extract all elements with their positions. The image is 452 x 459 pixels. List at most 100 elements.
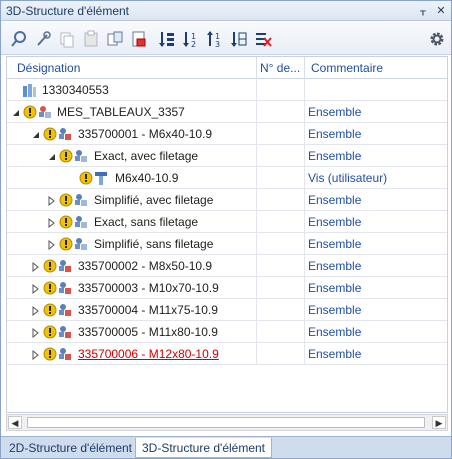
pin-icon[interactable]: ᚁ xyxy=(415,3,431,19)
sort-column-icon[interactable] xyxy=(230,30,248,48)
column-divider xyxy=(304,145,305,167)
collapse-arrow-icon[interactable] xyxy=(31,129,41,139)
table-row[interactable]: MES_TABLEAUX_3357 Ensemble xyxy=(7,101,447,123)
row-label: 335700003 - M10x70-10.9 xyxy=(78,281,219,295)
row-label: Simplifié, sans filetage xyxy=(94,237,214,251)
column-divider xyxy=(304,79,305,101)
copy-icon[interactable] xyxy=(58,30,76,48)
search-icon[interactable] xyxy=(10,30,28,48)
expand-arrow-icon[interactable] xyxy=(47,239,57,251)
warning-icon xyxy=(59,214,73,230)
column-divider xyxy=(304,189,305,211)
expand-arrow-icon[interactable] xyxy=(31,305,41,317)
paste-structure-icon[interactable] xyxy=(106,30,124,48)
horizontal-scrollbar[interactable]: ◀ ▶ xyxy=(6,414,448,431)
collapse-arrow-icon[interactable] xyxy=(47,151,57,161)
column-divider xyxy=(256,211,257,233)
warning-icon xyxy=(43,324,57,340)
col-comment[interactable]: Commentaire xyxy=(311,61,383,75)
column-divider xyxy=(256,145,257,167)
column-divider xyxy=(256,343,257,365)
delete-list-icon[interactable] xyxy=(130,30,148,48)
row-comment: Ensemble xyxy=(308,303,362,317)
row-label: 335700001 - M6x40-10.9 xyxy=(78,127,213,141)
title-bar: 3D-Structure d'élément ᚁ ✕ xyxy=(1,1,451,21)
column-divider xyxy=(304,255,305,277)
warning-icon xyxy=(43,258,57,274)
table-row[interactable]: 1330340553 xyxy=(7,79,447,101)
table-row[interactable]: Simplifié, avec filetage Ensemble xyxy=(7,189,447,211)
row-label: 335700002 - M8x50-10.9 xyxy=(78,259,213,273)
row-label: Exact, avec filetage xyxy=(94,149,199,163)
sort-level-icon[interactable]: 13 xyxy=(206,30,224,48)
row-comment: Ensemble xyxy=(308,127,362,141)
tools-icon[interactable] xyxy=(34,30,52,48)
table-row[interactable]: 335700002 - M8x50-10.9 Ensemble xyxy=(7,255,447,277)
column-divider xyxy=(256,233,257,255)
row-label: MES_TABLEAUX_3357 xyxy=(57,105,185,119)
warning-icon xyxy=(79,170,93,186)
toolbar: 12 13 xyxy=(1,22,451,55)
structure-tree-grid: Désignation N° de... Commentaire 1330340… xyxy=(6,56,448,413)
assembly-icon xyxy=(57,126,73,142)
col-number[interactable]: N° de... xyxy=(260,61,302,75)
table-row[interactable]: 335700005 - M11x80-10.9 Ensemble xyxy=(7,321,447,343)
row-label: 1330340553 xyxy=(42,83,109,97)
assembly-icon xyxy=(57,280,73,296)
column-divider xyxy=(256,79,257,101)
table-row[interactable]: 335700004 - M11x75-10.9 Ensemble xyxy=(7,299,447,321)
svg-text:3: 3 xyxy=(215,40,220,48)
root-structure-icon xyxy=(21,82,37,98)
warning-icon xyxy=(43,346,57,362)
assembly-icon xyxy=(37,104,53,120)
assembly-icon xyxy=(73,236,89,252)
expand-arrow-icon[interactable] xyxy=(31,349,41,361)
table-row[interactable]: M6x40-10.9 Vis (utilisateur) xyxy=(7,167,447,189)
collapse-arrow-icon[interactable] xyxy=(11,107,21,117)
warning-icon xyxy=(59,192,73,208)
assembly-icon xyxy=(57,302,73,318)
row-comment: Ensemble xyxy=(308,281,362,295)
scroll-thumb[interactable] xyxy=(27,417,425,428)
table-row[interactable]: Exact, sans filetage Ensemble xyxy=(7,211,447,233)
assembly-icon xyxy=(57,346,73,362)
close-icon[interactable]: ✕ xyxy=(433,3,449,19)
gear-icon[interactable] xyxy=(428,30,446,48)
tab-3d-structure[interactable]: 3D-Structure d'élément xyxy=(135,438,273,458)
table-row[interactable]: Exact, avec filetage Ensemble xyxy=(7,145,447,167)
expand-arrow-icon[interactable] xyxy=(47,217,57,229)
column-divider xyxy=(256,277,257,299)
clear-filter-icon[interactable] xyxy=(254,30,272,48)
sort-asc-icon[interactable] xyxy=(158,30,176,48)
row-comment: Ensemble xyxy=(308,105,362,119)
expand-arrow-icon[interactable] xyxy=(31,283,41,295)
col-designation[interactable]: Désignation xyxy=(17,61,80,75)
expand-arrow-icon[interactable] xyxy=(31,261,41,273)
table-row[interactable]: 335700006 - M12x80-10.9 Ensemble xyxy=(7,343,447,365)
expand-arrow-icon[interactable] xyxy=(31,327,41,339)
scroll-right-icon[interactable]: ▶ xyxy=(432,416,446,429)
row-comment: Ensemble xyxy=(308,237,362,251)
column-divider xyxy=(304,299,305,321)
sort-down-icon[interactable]: 12 xyxy=(182,30,200,48)
column-divider xyxy=(304,343,305,365)
row-comment: Vis (utilisateur) xyxy=(308,171,388,185)
table-row[interactable]: Simplifié, sans filetage Ensemble xyxy=(7,233,447,255)
table-row[interactable]: 335700003 - M10x70-10.9 Ensemble xyxy=(7,277,447,299)
column-divider xyxy=(256,255,257,277)
row-comment: Ensemble xyxy=(308,215,362,229)
row-label: 335700004 - M11x75-10.9 xyxy=(78,303,218,317)
svg-text:2: 2 xyxy=(191,40,196,48)
assembly-icon xyxy=(73,148,89,164)
row-label-highlighted: 335700006 - M12x80-10.9 xyxy=(78,347,219,361)
warning-icon xyxy=(59,236,73,252)
tab-2d-structure[interactable]: 2D-Structure d'élément xyxy=(3,438,138,458)
assembly-icon xyxy=(57,258,73,274)
scroll-left-icon[interactable]: ◀ xyxy=(8,416,22,429)
table-row[interactable]: 335700001 - M6x40-10.9 Ensemble xyxy=(7,123,447,145)
warning-icon xyxy=(43,280,57,296)
expand-arrow-icon[interactable] xyxy=(47,195,57,207)
column-divider xyxy=(256,167,257,189)
paste-icon[interactable] xyxy=(82,30,100,48)
column-divider xyxy=(304,101,305,123)
